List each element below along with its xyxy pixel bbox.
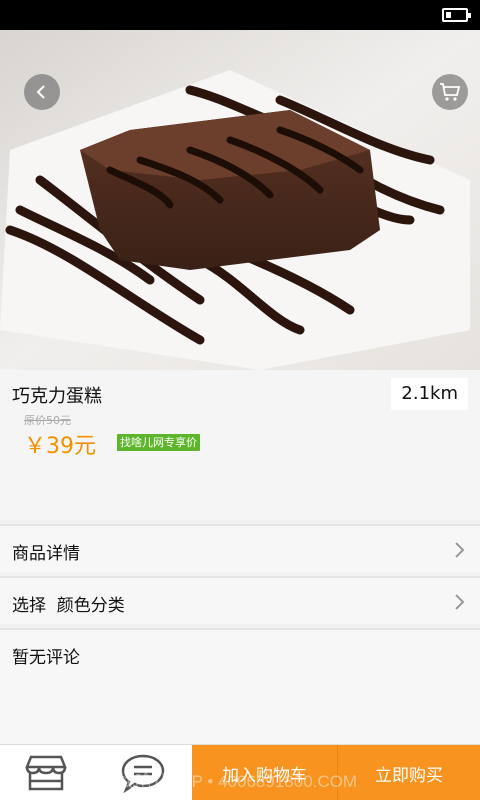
chevron-left-icon xyxy=(36,85,45,99)
reviews-section: 暂无评论 xyxy=(0,628,480,744)
store-icon[interactable] xyxy=(25,753,67,793)
product-image xyxy=(0,30,480,370)
product-details-label: 商品详情 xyxy=(12,544,80,564)
status-bar xyxy=(0,0,480,30)
cart-button[interactable] xyxy=(432,74,468,110)
chat-bubble-icon[interactable] xyxy=(120,753,166,793)
product-details-row[interactable]: 商品详情 xyxy=(0,524,480,572)
chevron-right-icon xyxy=(455,542,465,558)
select-options-row[interactable]: 选择 颜色分类 xyxy=(0,576,480,624)
bottom-action-bar: 加入购物车 立即购买 找啥儿APP • 4006891800.COM xyxy=(0,744,480,800)
exclusive-price-badge: 找啥儿网专享价 xyxy=(117,434,200,451)
buy-now-button[interactable]: 立即购买 xyxy=(338,745,480,800)
add-to-cart-button[interactable]: 加入购物车 xyxy=(192,745,337,800)
shopping-cart-icon xyxy=(440,83,461,101)
chevron-right-icon xyxy=(455,594,465,610)
distance-badge: 2.1km xyxy=(391,378,468,410)
select-options-label: 选择 颜色分类 xyxy=(12,596,125,616)
back-button[interactable] xyxy=(24,74,60,110)
product-name: 巧克力蛋糕 xyxy=(12,386,102,407)
no-reviews-text: 暂无评论 xyxy=(12,648,80,668)
battery-icon xyxy=(442,8,471,22)
product-info: 巧克力蛋糕 2.1km 原价50元 ￥39元 找啥儿网专享价 xyxy=(0,370,480,520)
current-price: ￥39元 xyxy=(24,434,96,459)
original-price: 原价50元 xyxy=(24,414,71,427)
